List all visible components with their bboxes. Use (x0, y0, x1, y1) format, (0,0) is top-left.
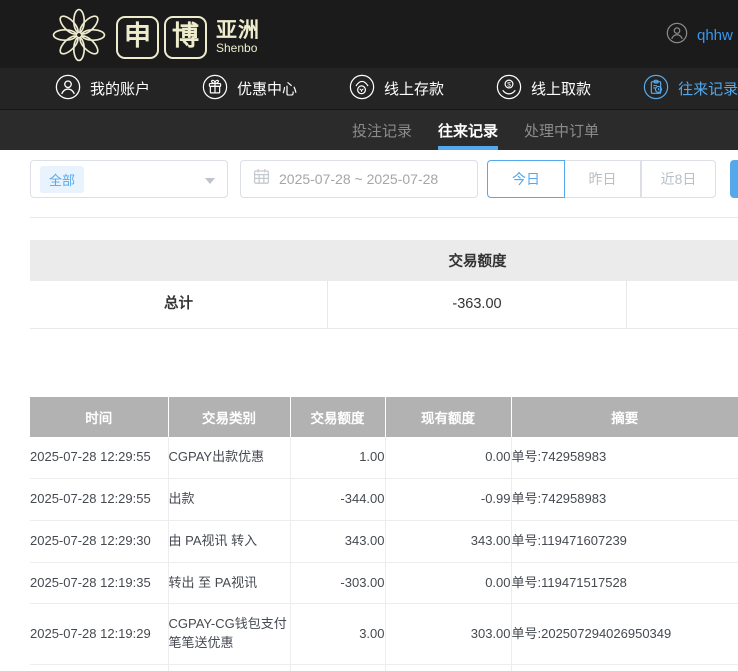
cell-summary: 单号:742958983 (511, 437, 738, 478)
records-table: 时间交易类别交易额度现有额度摘要 2025-07-28 12:29:55CGPA… (30, 397, 738, 671)
cell-type: 出款 (168, 478, 290, 520)
cell-summary: 单号:119471517528 (511, 562, 738, 604)
nav-label: 线上存款 (384, 78, 444, 99)
column-header: 摘要 (511, 397, 738, 437)
cell-time: 2025-07-28 12:19:29 (30, 665, 168, 671)
cell-amount: -303.00 (290, 562, 385, 604)
username-text[interactable]: qhhw (697, 27, 733, 44)
nav-item-deposit[interactable]: 线上存款 (349, 74, 444, 104)
cell-type: 转出 至 PA视讯 (168, 562, 290, 604)
records-table-head: 时间交易类别交易额度现有额度摘要 (30, 397, 738, 437)
table-row: 2025-07-28 12:19:29CGPAY-CG钱包支付笔笔送优惠3.00… (30, 604, 738, 665)
summary-header-row: 交易额度 (30, 240, 738, 281)
today-button[interactable]: 今日 (487, 160, 565, 198)
table-row: 2025-07-28 12:19:29CGPAY支付300.00300.00单号… (30, 665, 738, 671)
cell-balance: 300.00 (385, 665, 511, 671)
cell-time: 2025-07-28 12:29:55 (30, 437, 168, 478)
calendar-icon (241, 168, 270, 190)
column-header: 现有额度 (385, 397, 511, 437)
cell-balance: 0.00 (385, 437, 511, 478)
cell-balance: 303.00 (385, 604, 511, 665)
cell-amount: 343.00 (290, 520, 385, 562)
nav-item-my-account[interactable]: 我的账户 (55, 74, 150, 104)
gift-icon (202, 74, 228, 104)
flower-logo-icon (52, 8, 106, 67)
logo-region-zh: 亚洲 (216, 20, 260, 42)
nav-label: 优惠中心 (237, 78, 297, 99)
cell-time: 2025-07-28 12:29:55 (30, 478, 168, 520)
cell-amount: 300.00 (290, 665, 385, 671)
logo-region: 亚洲 Shenbo (216, 20, 260, 55)
tab-transaction-records[interactable]: 往来记录 (438, 110, 498, 150)
logo-char-1: 申 (116, 16, 159, 59)
cell-balance: 343.00 (385, 520, 511, 562)
date-range-value: 2025-07-28 ~ 2025-07-28 (279, 171, 438, 187)
table-row: 2025-07-28 12:29:55出款-344.00-0.99单号:7429… (30, 478, 738, 520)
cell-time: 2025-07-28 12:29:30 (30, 520, 168, 562)
nav-label: 我的账户 (90, 78, 150, 99)
avatar-icon (666, 22, 688, 49)
yesterday-button[interactable]: 昨日 (565, 160, 641, 198)
tab-betting-records[interactable]: 投注记录 (352, 110, 412, 150)
summary-header-label: 交易额度 (328, 250, 627, 271)
cell-amount: 1.00 (290, 437, 385, 478)
quick-date-buttons: 今日 昨日 近8日 (487, 160, 716, 198)
cell-balance: 0.00 (385, 562, 511, 604)
cell-summary: 单号:119471607239 (511, 520, 738, 562)
section-divider (30, 217, 738, 218)
nav-item-promotions[interactable]: 优惠中心 (202, 74, 297, 104)
nav-label: 往来记录 (678, 78, 738, 99)
cell-type: CGPAY出款优惠 (168, 437, 290, 478)
cell-summary: 单号:202507294026950349 (511, 665, 738, 671)
cell-type: CGPAY-CG钱包支付笔笔送优惠 (168, 604, 290, 665)
cell-summary: 单号:202507294026950349 (511, 604, 738, 665)
total-label: 总计 (30, 281, 328, 328)
records-body: 2025-07-28 12:29:55CGPAY出款优惠1.000.00单号:7… (30, 437, 738, 671)
summary-table: 交易额度 总计 -363.00 (30, 240, 738, 329)
column-header: 交易类别 (168, 397, 290, 437)
last-8-days-button[interactable]: 近8日 (641, 160, 716, 198)
cell-time: 2025-07-28 12:19:29 (30, 604, 168, 665)
nav-item-withdraw[interactable]: $ 线上取款 (496, 74, 591, 104)
transaction-type-select[interactable]: 全部 (30, 160, 228, 198)
nav-label: 线上取款 (531, 78, 591, 99)
table-row: 2025-07-28 12:29:55CGPAY出款优惠1.000.00单号:7… (30, 437, 738, 478)
chevron-down-icon (205, 178, 215, 184)
header-row: 时间交易类别交易额度现有额度摘要 (30, 397, 738, 437)
brand-logo[interactable]: 申 博 亚洲 Shenbo (52, 8, 260, 67)
logo-char-2: 博 (164, 16, 207, 59)
selected-type-chip: 全部 (40, 166, 84, 193)
tab-processing-orders[interactable]: 处理中订单 (524, 110, 599, 150)
sub-nav: 投注记录 往来记录 处理中订单 (0, 110, 738, 150)
date-range-input[interactable]: 2025-07-28 ~ 2025-07-28 (240, 160, 478, 198)
user-account[interactable]: qhhw (666, 22, 733, 49)
summary-total-row: 总计 -363.00 (30, 281, 738, 329)
logo-region-en: Shenbo (216, 42, 260, 55)
page: 申 博 亚洲 Shenbo qhhw (0, 0, 738, 671)
cell-summary: 单号:742958983 (511, 478, 738, 520)
cell-type: 由 PA视讯 转入 (168, 520, 290, 562)
withdraw-icon: $ (496, 74, 522, 104)
cell-amount: -344.00 (290, 478, 385, 520)
table-row: 2025-07-28 12:29:30由 PA视讯 转入343.00343.00… (30, 520, 738, 562)
top-header: 申 博 亚洲 Shenbo qhhw (0, 0, 738, 68)
table-row: 2025-07-28 12:19:35转出 至 PA视讯-303.000.00单… (30, 562, 738, 604)
svg-text:$: $ (507, 81, 511, 88)
main-nav: 我的账户 优惠中心 (0, 68, 738, 110)
cell-time: 2025-07-28 12:19:35 (30, 562, 168, 604)
nav-item-records[interactable]: 往来记录 (643, 74, 738, 104)
column-header: 时间 (30, 397, 168, 437)
total-value: -363.00 (328, 281, 627, 328)
deposit-icon (349, 74, 375, 104)
cell-balance: -0.99 (385, 478, 511, 520)
cell-amount: 3.00 (290, 604, 385, 665)
column-header: 交易额度 (290, 397, 385, 437)
cell-type: CGPAY支付 (168, 665, 290, 671)
user-icon (55, 74, 81, 104)
search-button[interactable] (730, 160, 738, 198)
records-icon (643, 74, 669, 104)
